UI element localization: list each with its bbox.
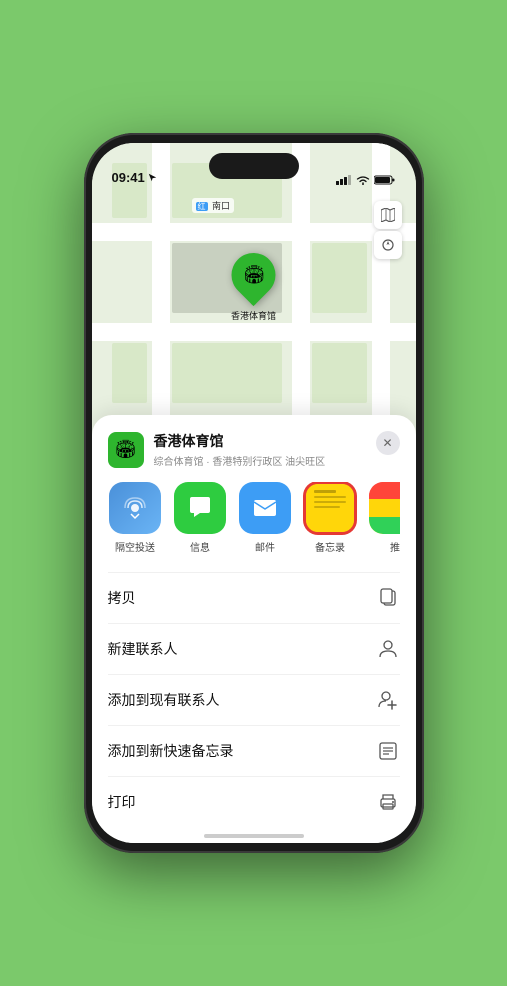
wifi-icon	[356, 175, 370, 185]
airdrop-symbol	[122, 495, 148, 521]
action-add-existing[interactable]: 添加到现有联系人	[108, 675, 400, 726]
dynamic-island	[209, 153, 299, 179]
phone-frame: 09:41	[84, 133, 424, 853]
airdrop-label: 隔空投送	[115, 539, 155, 554]
close-button[interactable]: ✕	[376, 431, 400, 455]
quick-note-label: 添加到新快速备忘录	[108, 741, 234, 761]
venue-subtitle: 综合体育馆 · 香港特别行政区 油尖旺区	[154, 453, 400, 468]
bottom-sheet: 🏟 香港体育馆 综合体育馆 · 香港特别行政区 油尖旺区 ✕	[92, 415, 416, 843]
more-label: 推	[390, 539, 400, 554]
share-item-messages[interactable]: 信息	[173, 482, 228, 554]
action-quick-note[interactable]: 添加到新快速备忘录	[108, 726, 400, 777]
venue-info: 香港体育馆 综合体育馆 · 香港特别行政区 油尖旺区	[154, 431, 400, 468]
location-pin: 🏟 香港体育馆	[231, 253, 276, 322]
copy-icon	[376, 586, 400, 610]
messages-symbol	[187, 495, 213, 521]
compass-icon	[382, 239, 394, 251]
print-icon	[376, 790, 400, 814]
messages-label: 信息	[190, 539, 210, 554]
share-item-airdrop[interactable]: 隔空投送	[108, 482, 163, 554]
messages-icon	[174, 482, 226, 534]
mail-symbol	[252, 495, 278, 521]
add-existing-label: 添加到现有联系人	[108, 690, 220, 710]
share-item-notes[interactable]: 备忘录	[303, 482, 358, 554]
pin-icon: 🏟	[242, 265, 265, 286]
map-road	[92, 323, 416, 341]
map-block	[312, 243, 367, 313]
pin-label: 香港体育馆	[231, 309, 276, 322]
venue-name: 香港体育馆	[154, 431, 400, 451]
mail-label: 邮件	[255, 539, 275, 554]
mail-icon	[239, 482, 291, 534]
map-block	[112, 343, 147, 403]
print-label: 打印	[108, 792, 136, 812]
venue-icon: 🏟	[108, 432, 144, 468]
notes-icon	[304, 482, 356, 534]
venue-header: 🏟 香港体育馆 综合体育馆 · 香港特别行政区 油尖旺区 ✕	[108, 431, 400, 468]
status-icons	[336, 175, 396, 185]
map-station-label: 红 南口	[192, 198, 235, 213]
action-copy[interactable]: 拷贝	[108, 573, 400, 624]
map-road	[92, 223, 416, 241]
action-print[interactable]: 打印	[108, 777, 400, 827]
location-arrow-icon	[148, 173, 157, 182]
signal-icon	[336, 175, 352, 185]
airdrop-icon	[109, 482, 161, 534]
battery-icon	[374, 175, 396, 185]
more-icon	[369, 482, 400, 534]
status-time: 09:41	[112, 170, 145, 185]
notes-label: 备忘录	[315, 539, 345, 554]
action-new-contact[interactable]: 新建联系人	[108, 624, 400, 675]
map-controls	[374, 201, 402, 259]
new-contact-label: 新建联系人	[108, 639, 178, 659]
share-item-more[interactable]: 推	[368, 482, 400, 554]
map-icon	[381, 208, 395, 222]
map-view-toggle[interactable]	[374, 201, 402, 229]
phone-screen: 09:41	[92, 143, 416, 843]
map-block	[172, 343, 282, 403]
action-list: 拷贝 新建联系人	[108, 572, 400, 827]
map-block	[312, 343, 367, 403]
person-icon	[376, 637, 400, 661]
location-button[interactable]	[374, 231, 402, 259]
copy-label: 拷贝	[108, 588, 136, 608]
home-indicator	[204, 834, 304, 838]
pin-circle: 🏟	[222, 244, 284, 306]
share-row: 隔空投送 信息	[108, 482, 400, 556]
share-item-mail[interactable]: 邮件	[238, 482, 293, 554]
note-icon	[376, 739, 400, 763]
person-add-icon	[376, 688, 400, 712]
